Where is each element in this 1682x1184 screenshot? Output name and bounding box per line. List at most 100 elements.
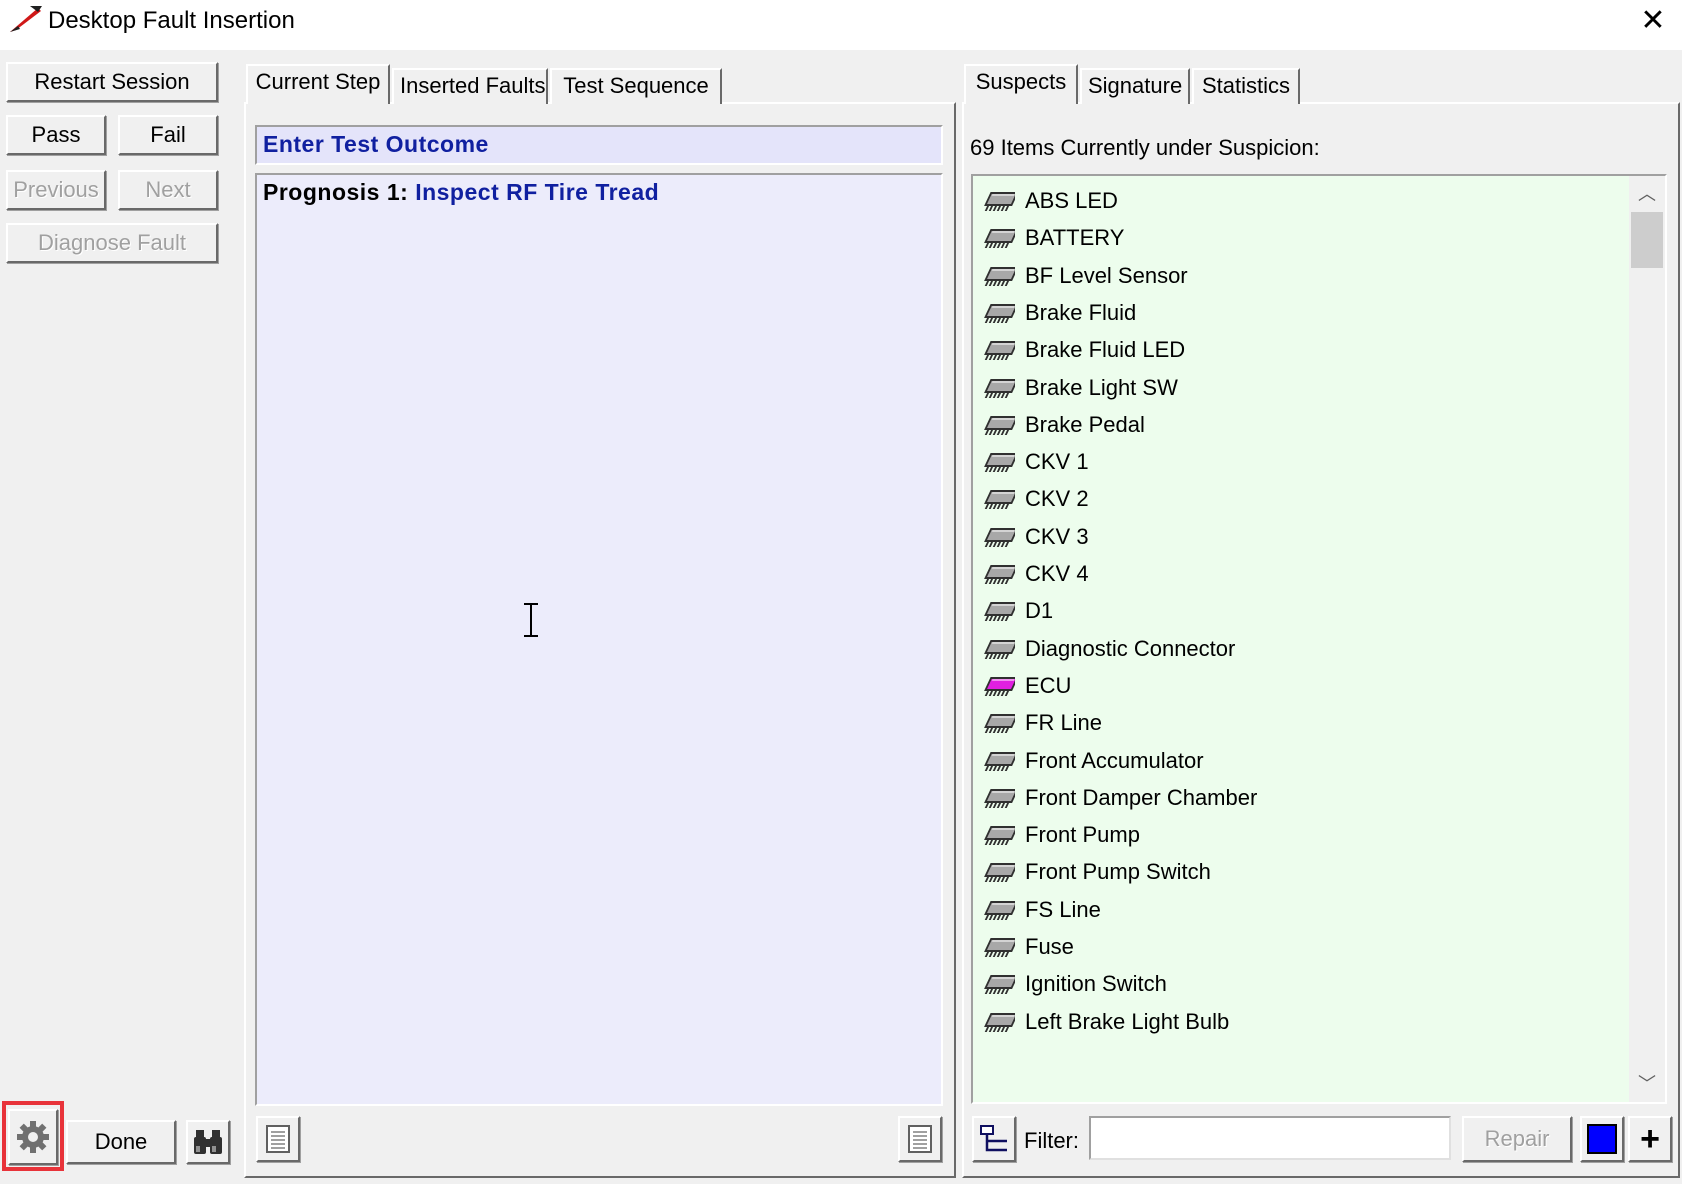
prognosis-label: Prognosis 1: (263, 179, 409, 205)
suspects-list[interactable]: ABS LED BATTERY BF Level Sensor Brake Fl… (971, 174, 1667, 1104)
suspect-list-item[interactable]: Brake Fluid (983, 294, 1136, 332)
component-chip-icon (984, 714, 1015, 734)
suspect-label: CKV 3 (1025, 523, 1089, 549)
test-outcome-heading: Enter Test Outcome (255, 125, 943, 165)
suspect-label: Front Pump (1025, 822, 1140, 848)
suspect-list-item[interactable]: Diagnostic Connector (983, 630, 1235, 668)
component-chip-icon (984, 900, 1015, 920)
component-chip-icon (984, 938, 1015, 957)
component-chip-icon (984, 565, 1015, 584)
window-title: Desktop Fault Insertion (48, 7, 295, 34)
tab-inserted-faults[interactable]: Inserted Faults (392, 68, 548, 104)
prognosis-value: Inspect RF Tire Tread (415, 179, 660, 205)
suspect-list-item[interactable]: Front Damper Chamber (983, 779, 1257, 817)
suspect-label: D1 (1025, 598, 1054, 624)
suspect-list-item[interactable]: Fuse (983, 928, 1074, 966)
component-chip-icon (984, 639, 1015, 659)
filter-label: Filter: (1024, 1128, 1079, 1153)
diagnose-fault-button[interactable]: Diagnose Fault (6, 223, 218, 263)
tab-statistics[interactable]: Statistics (1192, 68, 1300, 104)
document-icon (266, 1125, 290, 1153)
suspect-list-item[interactable]: CKV 1 (983, 443, 1089, 481)
suspect-list-item[interactable]: Brake Light SW (983, 369, 1178, 407)
suspect-list-item[interactable]: CKV 2 (983, 480, 1089, 518)
component-chip-icon (984, 676, 1015, 696)
suspect-label: ECU (1025, 672, 1072, 698)
suspect-label: Front Pump Switch (1025, 859, 1211, 885)
notes-button-right[interactable] (898, 1116, 942, 1162)
suspect-label: CKV 1 (1025, 449, 1089, 475)
add-button[interactable]: + (1628, 1116, 1672, 1162)
suspect-label: Brake Fluid (1025, 299, 1137, 325)
scroll-thumb[interactable] (1631, 212, 1663, 268)
find-button[interactable] (186, 1120, 230, 1164)
list-scrollbar[interactable]: ︿ ﹀ (1629, 176, 1665, 1102)
tab-suspects[interactable]: Suspects (964, 64, 1078, 104)
suspect-list-item[interactable]: Front Pump (983, 816, 1140, 854)
fail-button[interactable]: Fail (118, 115, 218, 155)
filter-input[interactable] (1089, 1116, 1451, 1160)
component-chip-icon (984, 378, 1015, 398)
next-button[interactable]: Next (118, 170, 218, 210)
document-icon (908, 1125, 932, 1153)
suspect-label: Fuse (1025, 934, 1074, 959)
pass-button[interactable]: Pass (6, 115, 106, 155)
done-button[interactable]: Done (66, 1120, 176, 1164)
suspect-label: Brake Pedal (1025, 411, 1145, 437)
title-bar: Desktop Fault Insertion ✕ (0, 0, 1682, 50)
suspect-list-item[interactable]: Front Pump Switch (983, 853, 1211, 891)
color-swatch-icon (1587, 1124, 1617, 1154)
suspect-list-item[interactable]: ECU (983, 667, 1071, 705)
previous-button[interactable]: Previous (6, 170, 106, 210)
tab-test-sequence[interactable]: Test Sequence (550, 68, 722, 104)
component-chip-icon (984, 266, 1015, 286)
suspect-list-item[interactable]: Front Accumulator (983, 742, 1204, 780)
suspect-list-item[interactable]: ABS LED (983, 182, 1118, 220)
component-chip-icon (984, 490, 1015, 510)
suspect-label: Front Damper Chamber (1025, 784, 1258, 810)
suspect-list-item[interactable]: Brake Pedal (983, 406, 1145, 444)
text-cursor-icon (524, 603, 538, 637)
tab-signature[interactable]: Signature (1080, 68, 1190, 104)
tab-current-step[interactable]: Current Step (246, 64, 390, 104)
component-chip-icon (984, 1012, 1015, 1032)
app-logo-icon (10, 6, 42, 32)
component-chip-icon (984, 453, 1015, 473)
close-button[interactable]: ✕ (1636, 4, 1670, 38)
suspect-list-item[interactable]: Brake Fluid LED (983, 331, 1185, 369)
suspect-list-item[interactable]: D1 (983, 592, 1053, 630)
suspect-label: BF Level Sensor (1025, 262, 1188, 288)
color-button[interactable] (1580, 1116, 1624, 1162)
restart-session-button[interactable]: Restart Session (6, 62, 218, 102)
repair-button[interactable]: Repair (1462, 1116, 1572, 1162)
suspect-list-item[interactable]: FS Line (983, 891, 1101, 929)
suspect-list-item[interactable]: Left Brake Light Bulb (983, 1003, 1229, 1041)
prognosis-text-area[interactable]: Prognosis 1: Inspect RF Tire Tread (255, 173, 943, 1106)
component-chip-icon (984, 826, 1015, 846)
suspect-label: CKV 4 (1025, 561, 1089, 586)
component-chip-icon (984, 602, 1015, 622)
scroll-up-icon[interactable]: ︿ (1629, 176, 1665, 212)
suspect-list-item[interactable]: BATTERY (983, 219, 1124, 257)
scroll-down-icon[interactable]: ﹀ (1629, 1066, 1665, 1102)
suspect-count-label: 69 Items Currently under Suspicion: (970, 135, 1320, 160)
suspect-list-item[interactable]: BF Level Sensor (983, 257, 1188, 295)
suspect-label: CKV 2 (1025, 486, 1089, 512)
suspect-list-item[interactable]: CKV 3 (983, 518, 1089, 556)
tree-view-button[interactable] (972, 1116, 1016, 1162)
component-chip-icon (984, 863, 1015, 883)
component-chip-icon (984, 975, 1015, 995)
suspect-list-item[interactable]: FR Line (983, 704, 1102, 742)
suspect-label: Brake Fluid LED (1025, 337, 1186, 363)
suspect-label: Diagnostic Connector (1025, 635, 1236, 661)
component-chip-icon (984, 192, 1015, 211)
suspect-label: BATTERY (1025, 225, 1125, 251)
component-chip-icon (984, 415, 1015, 435)
notes-button-left[interactable] (256, 1116, 300, 1162)
component-chip-icon (984, 788, 1015, 808)
suspect-list-item[interactable]: Ignition Switch (983, 965, 1167, 1003)
suspect-label: Left Brake Light Bulb (1025, 1008, 1230, 1034)
suspect-label: Front Accumulator (1025, 747, 1204, 773)
suspect-list-item[interactable]: CKV 4 (983, 555, 1089, 593)
component-chip-icon (984, 527, 1015, 547)
